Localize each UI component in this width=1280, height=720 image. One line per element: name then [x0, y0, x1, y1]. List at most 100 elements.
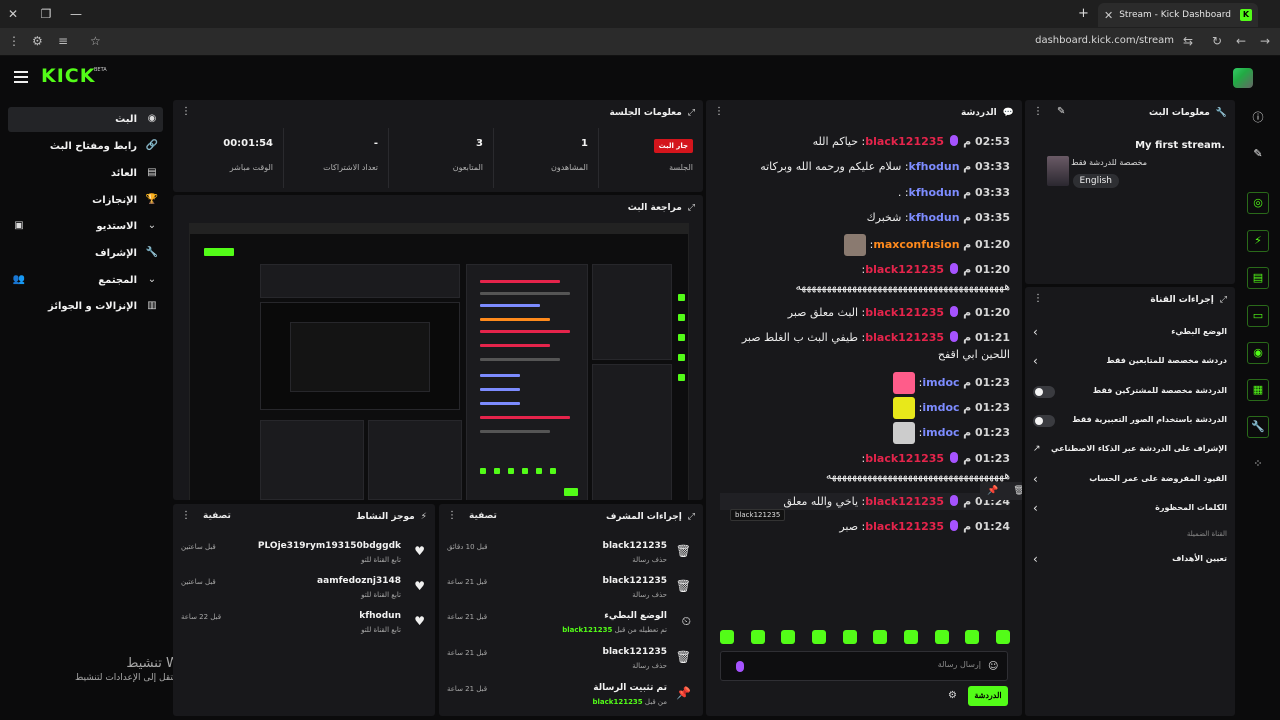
- mod-action-user[interactable]: black121235: [593, 698, 643, 706]
- reader-icon[interactable]: ≡: [58, 34, 68, 48]
- chat-username[interactable]: maxconfusion: [873, 238, 959, 251]
- activity-item[interactable]: ♥ aamfedoznj3148 تابع القناة للتو قبل سا…: [179, 575, 429, 609]
- mod-action-user[interactable]: black121235: [562, 626, 612, 634]
- emotes-only-toggle[interactable]: [1033, 415, 1055, 427]
- pencil-icon[interactable]: ✎: [1247, 144, 1269, 166]
- expand-icon[interactable]: ⤢: [688, 203, 695, 213]
- emote-icon[interactable]: [873, 630, 888, 644]
- chat-message[interactable]: 01:23 م imdoc:: [720, 372, 1010, 394]
- sidebar-item-drops[interactable]: الإنزالات و الجوائز ▥: [8, 294, 163, 319]
- pin-icon[interactable]: 📌: [987, 486, 998, 496]
- wrench-icon[interactable]: 🔧: [1247, 416, 1269, 438]
- bookmark-star-icon[interactable]: ☆: [90, 34, 101, 48]
- chat-message[interactable]: 01:23 م imdoc:: [720, 422, 1010, 444]
- sidebar-item-moderation[interactable]: الإشراف 🔧: [8, 241, 163, 266]
- chat-username[interactable]: imdoc: [922, 401, 959, 414]
- sidebar-item-community[interactable]: المجتمع ⌄ 👥: [8, 268, 163, 293]
- mod-action-item[interactable]: 🗑 black121235 حذف رسالة قبل 21 ساعة: [445, 575, 695, 609]
- set-goals-row[interactable]: تعيين الأهداف ›: [1025, 548, 1235, 574]
- chat-settings-gear-icon[interactable]: ⚙: [948, 690, 957, 701]
- target-icon[interactable]: ◎: [1247, 192, 1269, 214]
- account-age-row[interactable]: القيود المفروضة على عمر الحساب ›: [1025, 468, 1235, 494]
- emote-icon[interactable]: [965, 630, 980, 644]
- edit-pencil-icon[interactable]: ✎: [1057, 106, 1065, 117]
- emote-icon[interactable]: [750, 630, 765, 644]
- minimize-window-icon[interactable]: —: [68, 6, 84, 22]
- more-options-icon[interactable]: ⋮: [447, 510, 457, 521]
- filter-button[interactable]: تصفية: [469, 511, 497, 521]
- emote-icon[interactable]: [720, 630, 734, 644]
- chat-message[interactable]: 01:23 م imdoc:: [720, 397, 1010, 419]
- filter-button[interactable]: تصفية: [203, 511, 231, 521]
- layout-icon[interactable]: ▦: [1247, 379, 1269, 401]
- subscribers-only-toggle[interactable]: [1033, 386, 1055, 398]
- restore-window-icon[interactable]: ❐: [38, 6, 54, 22]
- chat-message[interactable]: 02:53 م black121235: حياكم الله: [720, 133, 1010, 150]
- new-tab-icon[interactable]: +: [1078, 6, 1089, 21]
- info-icon[interactable]: ⓘ: [1247, 108, 1269, 130]
- url-field[interactable]: dashboard.kick.com/stream: [1000, 35, 1174, 46]
- activity-item[interactable]: ♥ kfhodun تابع القناة للتو قبل 22 ساعة: [179, 610, 429, 644]
- chat-message[interactable]: 03:35 م kfhodun: شخبرك: [720, 209, 1010, 226]
- back-icon[interactable]: →: [1260, 34, 1270, 48]
- stream-category[interactable]: مخصصة للدردشة فقط: [1071, 158, 1147, 167]
- mod-action-item[interactable]: ⏲ الوضع البطيء تم تعطيله من قبل black121…: [445, 610, 695, 644]
- chat-username[interactable]: black121235: [865, 306, 944, 319]
- sidebar-item-stream[interactable]: البث ◉: [8, 107, 163, 132]
- sidebar-item-revenue[interactable]: العائد ▤: [8, 161, 163, 186]
- chat-username[interactable]: black121235: [865, 331, 944, 344]
- chat-username[interactable]: imdoc: [922, 376, 959, 389]
- sidebar-item-stream-key[interactable]: رابط ومفتاح البث 🔗: [8, 134, 163, 159]
- chat-message-hovered[interactable]: 01:24 م black121235: ياخي والله معلق: [720, 493, 1010, 510]
- close-tab-icon[interactable]: ✕: [1104, 9, 1113, 22]
- emote-icon[interactable]: [995, 630, 1010, 644]
- chat-username[interactable]: black121235: [865, 135, 944, 148]
- emote-icon[interactable]: [903, 630, 918, 644]
- menu-dots-icon[interactable]: ⋮: [8, 34, 20, 48]
- more-options-icon[interactable]: ⋮: [1033, 293, 1043, 304]
- chat-username[interactable]: black121235: [865, 263, 944, 276]
- chat-message[interactable]: 01:20 م maxconfusion:: [720, 234, 1010, 256]
- chat-message[interactable]: 01:21 م black121235: طيفي البث ب الغلط ص…: [720, 329, 1010, 363]
- chat-message[interactable]: 03:33 م kfhodun: سلام عليكم ورحمه الله و…: [720, 158, 1010, 175]
- site-settings-icon[interactable]: ⇆: [1183, 34, 1193, 48]
- chat-message[interactable]: 03:33 م kfhodun: .: [720, 184, 1010, 201]
- chat-username[interactable]: black121235: [865, 520, 944, 533]
- activity-item[interactable]: ♥ PLOje319rym193150bdggdk تابع القناة لل…: [179, 540, 429, 574]
- extensions-icon[interactable]: ⚙: [32, 34, 43, 48]
- more-options-icon[interactable]: ⋮: [181, 510, 191, 521]
- expand-icon[interactable]: ⤢: [688, 512, 695, 522]
- reload-icon[interactable]: ↻: [1212, 34, 1222, 48]
- close-window-icon[interactable]: ✕: [5, 6, 21, 22]
- emoji-icon[interactable]: ☺: [988, 661, 998, 672]
- kick-logo[interactable]: KICK: [41, 65, 95, 87]
- trash-icon[interactable]: 🗑: [1013, 486, 1022, 496]
- emote-icon[interactable]: [781, 630, 796, 644]
- followers-only-row[interactable]: دردشة مخصصة للمتابعين فقط ›: [1025, 350, 1235, 376]
- chat-message[interactable]: 01:20 م black121235: البث معلق صبر: [720, 304, 1010, 321]
- browser-tab[interactable]: ✕ Stream - Kick Dashboard K: [1098, 3, 1258, 27]
- emote-icon[interactable]: [934, 630, 949, 644]
- chat-message[interactable]: 01:20 م black121235: ههههههههههههههههههه…: [720, 261, 1010, 295]
- more-options-icon[interactable]: ⋮: [181, 106, 191, 117]
- chat-message[interactable]: 01:23 م black121235: ههههههههههههههههههه…: [720, 450, 1010, 484]
- chat-input[interactable]: إرسال رسالة: [720, 651, 1008, 681]
- subscribers-only-row[interactable]: الدردشة مخصصة للمشتركين فقط: [1025, 380, 1235, 406]
- sidebar-item-studio[interactable]: الاستديو ⌄ ▣: [8, 214, 163, 239]
- mod-action-item[interactable]: 🗑 black121235 حذف رسالة قبل 21 ساعة: [445, 646, 695, 680]
- dots-cluster-icon[interactable]: ⁘: [1247, 454, 1269, 476]
- chat-username[interactable]: kfhodun: [909, 160, 960, 173]
- expand-icon[interactable]: ⤢: [1220, 295, 1227, 305]
- user-avatar[interactable]: [1233, 68, 1253, 88]
- chat-username[interactable]: kfhodun: [909, 186, 960, 199]
- chat-bubble-icon[interactable]: ▭: [1247, 305, 1269, 327]
- mod-action-item[interactable]: 📌 تم تثبيت الرسالة من قبل black121235 قب…: [445, 682, 695, 716]
- emote-icon[interactable]: [811, 630, 826, 644]
- ai-moderation-row[interactable]: الإشراف على الدردشة عبر الذكاء الاصطناعي…: [1025, 438, 1235, 464]
- banned-words-row[interactable]: الكلمات المحظورة ›: [1025, 497, 1235, 523]
- lightning-icon[interactable]: ⚡: [1247, 230, 1269, 252]
- broadcast-signal-icon[interactable]: ◉: [1247, 342, 1269, 364]
- sidebar-item-achievements[interactable]: الإنجازات 🏆: [8, 188, 163, 213]
- mod-action-item[interactable]: 🗑 black121235 حذف رسالة قبل 10 دقائق: [445, 540, 695, 574]
- chat-send-button[interactable]: الدردشة: [968, 686, 1008, 706]
